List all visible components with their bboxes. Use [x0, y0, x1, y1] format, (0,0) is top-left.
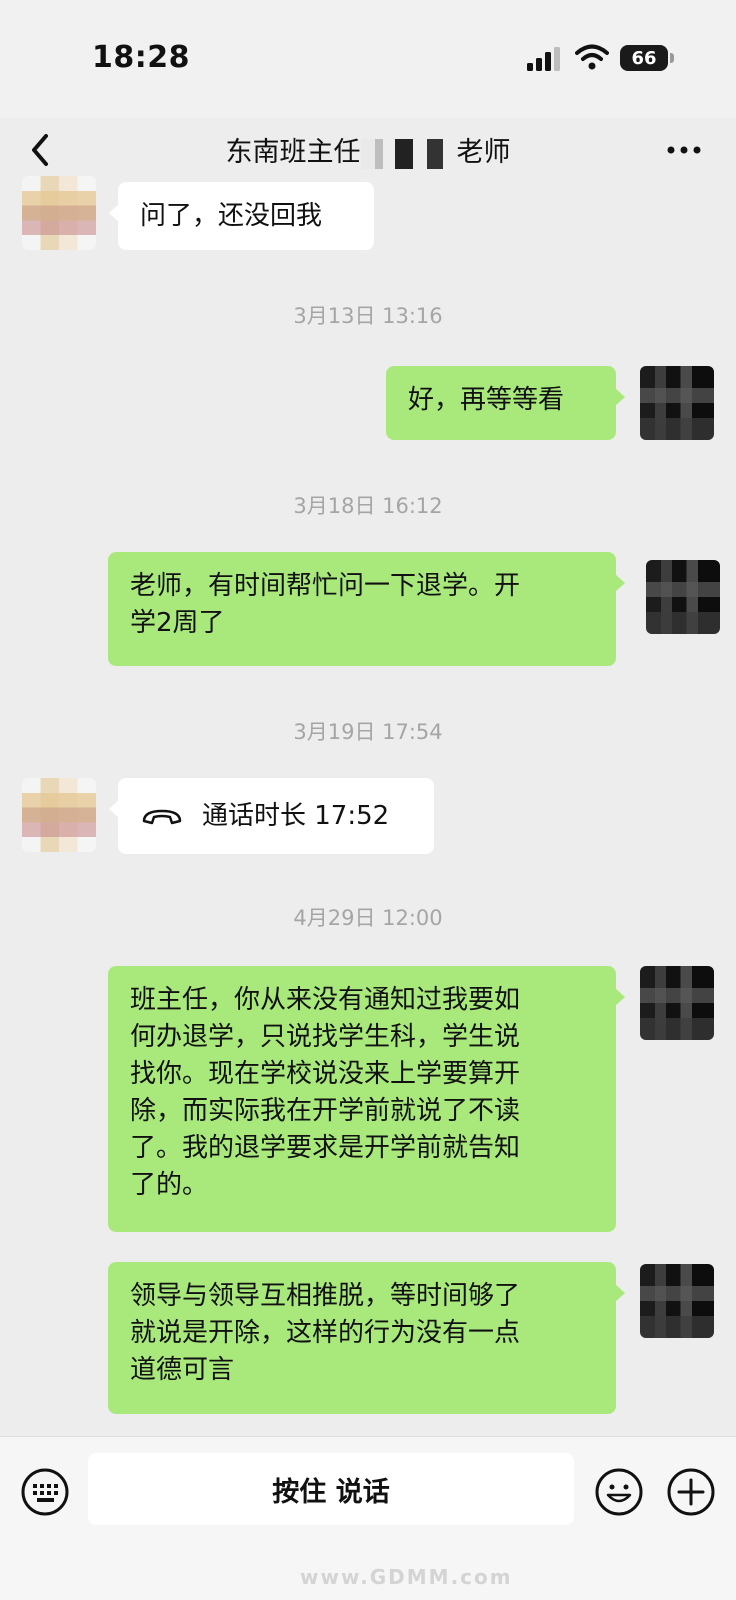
- outgoing-message-bubble[interactable]: 好，再等等看: [386, 366, 625, 440]
- redacted-name-block: [360, 138, 457, 169]
- message-line: 道德可言: [130, 1355, 235, 1385]
- incoming-message-bubble[interactable]: 问了，还没回我: [109, 182, 374, 250]
- timestamp: 4月29日 12:00: [293, 906, 443, 930]
- message-line: 就说是开除，这样的行为没有一点: [130, 1318, 521, 1348]
- outgoing-message-bubble[interactable]: 领导与领导互相推脱，等时间够了 就说是开除，这样的行为没有一点 道德可言: [108, 1262, 625, 1414]
- outgoing-message-bubble[interactable]: 老师，有时间帮忙问一下退学。开 学2周了: [108, 552, 625, 666]
- chat-title-suffix: 老师: [456, 137, 511, 168]
- plus-icon[interactable]: [666, 1467, 716, 1517]
- message-line: 了的。: [130, 1170, 209, 1200]
- my-avatar[interactable]: [646, 560, 720, 634]
- contact-avatar[interactable]: [22, 778, 96, 852]
- message-line: 除，而实际我在开学前就说了不读: [130, 1096, 521, 1126]
- message-text: 问了，还没回我: [140, 201, 323, 231]
- message-text: 好，再等等看: [408, 385, 565, 415]
- timestamp: 3月18日 16:12: [293, 494, 443, 518]
- keyboard-icon[interactable]: [20, 1467, 70, 1517]
- my-avatar[interactable]: [640, 366, 714, 440]
- timestamp: 3月19日 17:54: [293, 720, 443, 744]
- message-line: 班主任，你从来没有通知过我要如: [130, 985, 521, 1015]
- wifi-icon: [575, 44, 609, 70]
- nav-bar: 东南班主任 老师: [0, 118, 736, 184]
- battery-icon: 66: [620, 45, 674, 71]
- outgoing-message-bubble[interactable]: 班主任，你从来没有通知过我要如 何办退学，只说找学生科，学生说 找你。现在学校说…: [108, 966, 625, 1232]
- message-line: 了。我的退学要求是开学前就告知: [130, 1133, 521, 1163]
- message-line: 领导与领导互相推脱，等时间够了: [130, 1281, 521, 1311]
- contact-avatar[interactable]: [22, 176, 96, 250]
- message-line: 老师，有时间帮忙问一下退学。开: [130, 571, 521, 601]
- chat-title: 东南班主任 老师: [0, 130, 736, 169]
- hold-to-talk-button[interactable]: 按住 说话: [88, 1453, 574, 1525]
- emoji-icon[interactable]: [594, 1467, 644, 1517]
- message-line: 何办退学，只说找学生科，学生说: [130, 1022, 521, 1052]
- status-time: 18:28: [92, 40, 190, 75]
- my-avatar[interactable]: [640, 966, 714, 1040]
- cellular-signal-icon: [527, 47, 560, 71]
- call-record-bubble[interactable]: 通话时长 17:52: [109, 778, 434, 854]
- my-avatar[interactable]: [640, 1264, 714, 1338]
- input-bar: 按住 说话 www.GDMM.com: [0, 1436, 736, 1600]
- watermark-text: www.GDMM.com: [300, 1565, 513, 1589]
- more-options-icon[interactable]: [664, 138, 704, 162]
- phone-hangup-icon: [142, 809, 182, 825]
- timestamp: 3月13日 13:16: [293, 304, 443, 328]
- message-line: 找你。现在学校说没来上学要算开: [130, 1059, 521, 1089]
- chat-title-prefix: 东南班主任: [225, 137, 361, 168]
- call-duration-text: 通话时长 17:52: [202, 800, 390, 831]
- message-line: 学2周了: [130, 608, 225, 638]
- status-bar: 18:28 66: [0, 0, 736, 118]
